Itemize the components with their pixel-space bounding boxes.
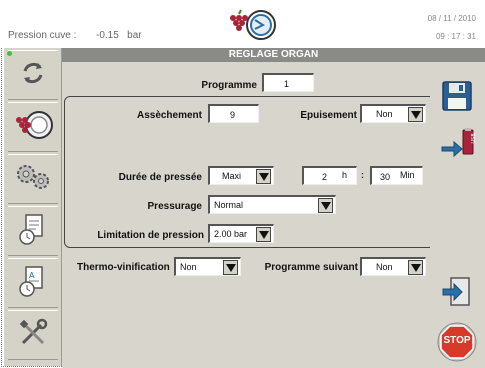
main-panel: REGLAGE ORGAN Programme 1 Assèchement 9 … <box>62 48 485 368</box>
chevron-down-icon <box>408 107 423 122</box>
assechement-label: Assèchement <box>136 110 202 121</box>
chevron-down-icon <box>318 198 333 213</box>
stop-icon: STOP <box>437 322 477 362</box>
document-clock-icon: A <box>16 264 50 303</box>
suivant-label: Programme suivant <box>264 262 358 273</box>
chevron-down-icon <box>223 260 238 275</box>
pressure-label: Pression cuve : <box>8 30 77 41</box>
pressure-value: -0.15 bar <box>96 30 142 41</box>
usb-export-button[interactable]: USB <box>434 124 480 168</box>
document-clock-icon <box>16 212 50 251</box>
programme-label: Programme <box>201 80 257 91</box>
sidebar: A <box>4 48 62 366</box>
sidebar-item-tools[interactable] <box>8 310 58 360</box>
epuisement-select[interactable]: Non <box>360 104 426 123</box>
svg-text:USB: USB <box>471 132 476 143</box>
sidebar-item-settings[interactable] <box>8 154 58 204</box>
pressurage-select[interactable]: Normal <box>208 195 336 214</box>
gears-icon <box>14 162 52 197</box>
stop-label: STOP <box>443 335 471 346</box>
page-title: REGLAGE ORGAN <box>62 48 485 62</box>
chevron-down-icon <box>256 169 271 184</box>
epuisement-label: Epuisement <box>300 110 357 121</box>
chevron-down-icon <box>256 227 271 242</box>
tools-icon <box>17 317 49 354</box>
datetime: 08 / 11 / 2010 09 : 17 : 31 <box>428 10 476 46</box>
sidebar-item-report-2[interactable]: A <box>8 258 58 308</box>
header: Pression cuve : -0.15 bar 08 / 11 / 2010… <box>0 0 485 48</box>
suivant-select[interactable]: Non <box>360 257 426 276</box>
grape-press-logo-icon <box>225 8 277 42</box>
active-indicator <box>7 51 12 56</box>
limitation-select[interactable]: 2.00 bar <box>208 224 274 243</box>
refresh-icon <box>18 58 48 93</box>
thermo-label: Thermo-vinification <box>77 262 170 273</box>
minutes-unit: Min <box>400 170 415 180</box>
sidebar-item-report-1[interactable] <box>8 206 58 256</box>
usb-export-icon: USB <box>438 127 477 166</box>
sidebar-item-refresh[interactable] <box>8 50 58 100</box>
time-text: 09 : 17 : 31 <box>435 32 476 41</box>
chevron-down-icon <box>408 260 423 275</box>
limitation-label: Limitation de pression <box>97 230 204 241</box>
date-text: 08 / 11 / 2010 <box>427 14 476 23</box>
duree-minutes-field[interactable]: 30 <box>370 166 423 185</box>
assechement-field[interactable]: 9 <box>208 104 259 123</box>
grape-press-icon <box>13 109 53 146</box>
thermo-select[interactable]: Non <box>174 257 241 276</box>
save-icon <box>440 79 474 118</box>
duree-mode-select[interactable]: Maxi <box>208 166 274 185</box>
svg-text:A: A <box>29 271 35 280</box>
duree-hours-field[interactable]: 2 <box>302 166 357 185</box>
exit-door-icon <box>440 275 474 314</box>
right-toolbar: USB STOP <box>430 62 485 368</box>
save-button[interactable] <box>434 76 480 120</box>
time-separator: : <box>361 170 364 180</box>
pressurage-label: Pressurage <box>147 201 202 212</box>
stop-button[interactable]: STOP <box>434 320 480 364</box>
programme-field[interactable]: 1 <box>262 73 314 92</box>
sidebar-item-press[interactable] <box>8 102 58 152</box>
exit-button[interactable] <box>434 272 480 316</box>
duree-label: Durée de pressée <box>118 172 202 183</box>
hours-unit: h <box>342 170 348 180</box>
